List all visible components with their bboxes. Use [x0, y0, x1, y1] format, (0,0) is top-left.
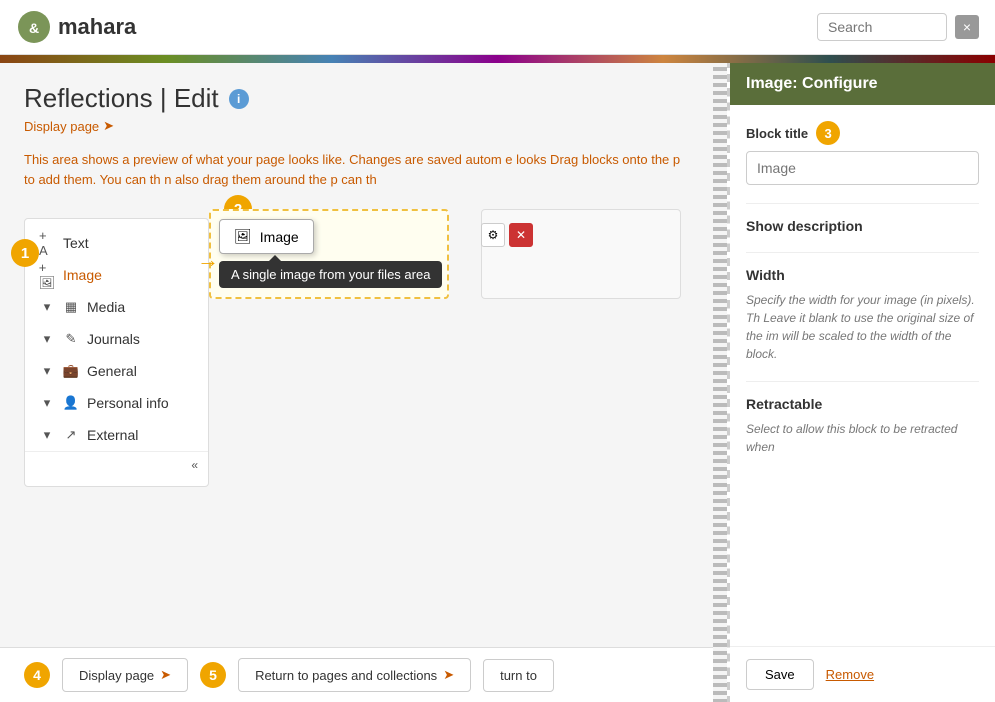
panel-item-text[interactable]: + A Text [25, 227, 208, 259]
display-page-bottom-arrow-icon: ➤ [160, 667, 171, 683]
text-block-label: Text [63, 235, 89, 251]
step-3-badge: 3 [816, 121, 840, 145]
header: & mahara × [0, 0, 995, 55]
divider-3 [746, 381, 979, 382]
personal-info-icon: 👤 [63, 395, 79, 411]
drag-arrow-icon: → [197, 247, 219, 273]
save-button[interactable]: Save [746, 659, 814, 690]
search-input[interactable] [817, 13, 947, 41]
general-label: General [87, 363, 137, 379]
color-band [0, 55, 995, 63]
gear-button[interactable]: ⚙ [481, 223, 505, 247]
personal-info-label: Personal info [87, 395, 169, 411]
return-to-pages-button[interactable]: Return to pages and collections ➤ [238, 658, 471, 692]
bottom-bar: 4 Display page ➤ 5 Return to pages and c… [0, 647, 713, 702]
blocks-panel: 1 + A Text + 🖼 Image → ▾ ▦ Media ▾ ✎ Jou… [24, 218, 209, 487]
return-to-pages-label: Return to pages and collections [255, 668, 437, 683]
remove-button[interactable]: Remove [826, 659, 874, 690]
right-panel: Image: Configure Block title 3 Show desc… [727, 63, 995, 702]
panel-item-image[interactable]: + 🖼 Image [25, 259, 208, 291]
panel-item-media[interactable]: ▾ ▦ Media [25, 291, 208, 323]
retractable-group: Retractable Select to allow this block t… [746, 396, 979, 456]
return-arrow-icon: ➤ [443, 667, 454, 683]
header-right: × [817, 13, 979, 41]
right-panel-header: Image: Configure [730, 63, 995, 105]
preview-text: This area shows a preview of what your p… [24, 150, 689, 189]
left-content: Reflections | Edit i Display page ➤ This… [0, 63, 713, 702]
block-title-label: Block title 3 [746, 121, 979, 145]
width-group: Width Specify the width for your image (… [746, 267, 979, 363]
journals-icon: ✎ [63, 331, 79, 347]
media-collapse-icon: ▾ [39, 299, 55, 315]
block-actions: ⚙ ✕ [481, 223, 533, 247]
media-label: Media [87, 299, 125, 315]
svg-text:&: & [29, 20, 39, 36]
wavy-border [713, 63, 727, 702]
turn-to-button[interactable]: turn to [483, 659, 554, 692]
width-label: Width [746, 267, 979, 283]
general-collapse-icon: ▾ [39, 363, 55, 379]
right-panel-title: Image: Configure [746, 75, 878, 93]
image-block-dragging[interactable]: 🖼 Image [219, 219, 314, 254]
image-block-icon: 🖼 [234, 228, 252, 245]
external-icon: ↗ [63, 427, 79, 443]
mahara-logo-icon: & [16, 9, 52, 45]
step-5-badge: 5 [200, 662, 226, 688]
info-icon[interactable]: i [229, 89, 249, 109]
page-title-text: Reflections | Edit [24, 83, 219, 114]
show-description-group: Show description [746, 218, 979, 234]
panel-item-external[interactable]: ▾ ↗ External [25, 419, 208, 451]
delete-button[interactable]: ✕ [509, 223, 533, 247]
media-icon: ▦ [63, 299, 79, 315]
journals-collapse-icon: ▾ [39, 331, 55, 347]
right-panel-body: Block title 3 Show description Width Spe… [730, 105, 995, 646]
logo: & mahara [16, 9, 136, 45]
step-4-badge: 4 [24, 662, 50, 688]
external-collapse-icon: ▾ [39, 427, 55, 443]
retractable-description: Select to allow this block to be retract… [746, 420, 979, 456]
tooltip: A single image from your files area [219, 261, 442, 288]
show-description-label: Show description [746, 218, 979, 234]
turn-to-label: turn to [500, 668, 537, 683]
width-description: Specify the width for your image (in pix… [746, 291, 979, 363]
text-block-icon: + A [39, 235, 55, 251]
divider-2 [746, 252, 979, 253]
logo-text: mahara [58, 14, 136, 40]
main-container: Reflections | Edit i Display page ➤ This… [0, 63, 995, 702]
divider-1 [746, 203, 979, 204]
personal-info-collapse-icon: ▾ [39, 395, 55, 411]
block-title-group: Block title 3 [746, 121, 979, 185]
journals-label: Journals [87, 331, 140, 347]
panel-item-personal-info[interactable]: ▾ 👤 Personal info [25, 387, 208, 419]
general-icon: 💼 [63, 363, 79, 379]
display-page-arrow-icon: ➤ [103, 118, 114, 134]
display-page-link[interactable]: Display page ➤ [24, 118, 689, 134]
display-page-text: Display page [24, 119, 99, 134]
display-page-bottom-label: Display page [79, 668, 154, 683]
display-page-bottom-button[interactable]: Display page ➤ [62, 658, 188, 692]
page-title: Reflections | Edit i [24, 83, 689, 114]
block-title-input[interactable] [746, 151, 979, 185]
panel-collapse-button[interactable]: « [25, 451, 208, 478]
panel-actions: Save Remove [730, 646, 995, 702]
image-block-icon-sidebar: + 🖼 [39, 267, 55, 283]
panel-item-journals[interactable]: ▾ ✎ Journals [25, 323, 208, 355]
step-1-badge: 1 [11, 239, 39, 267]
retractable-label: Retractable [746, 396, 979, 412]
panel-item-general[interactable]: ▾ 💼 General [25, 355, 208, 387]
close-button[interactable]: × [955, 15, 979, 39]
image-block-label: Image [260, 229, 299, 245]
image-block-sidebar-label: Image [63, 267, 102, 283]
external-label: External [87, 427, 138, 443]
